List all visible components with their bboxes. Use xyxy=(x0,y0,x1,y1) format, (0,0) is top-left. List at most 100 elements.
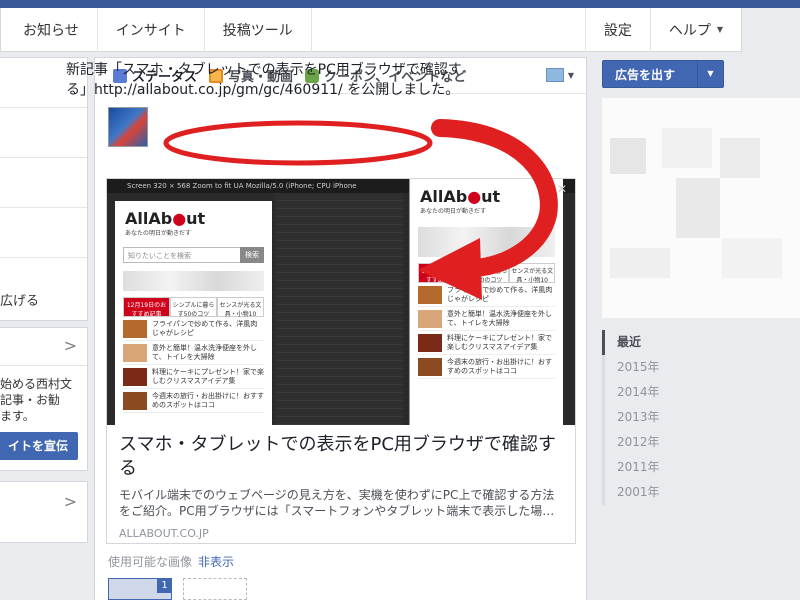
pixelated-ad-area xyxy=(602,98,800,318)
nav-help[interactable]: ヘルプ ▼ xyxy=(649,7,741,52)
image-thumbnail-empty[interactable] xyxy=(183,578,247,600)
image-thumbnail-selected[interactable]: 1 xyxy=(108,578,172,600)
article-thumb xyxy=(123,343,147,362)
article-item: 今週末の旅行・お出掛けに！おすすめのスポットはココ xyxy=(123,389,264,413)
timeline-years: 最近 2015年 2014年 2013年 2012年 2011年 2001年 xyxy=(602,330,702,505)
chevron-down-icon: ▼ xyxy=(567,70,574,80)
category-row: 12月19日のおすすめ記事 シンプルに暮らす50のコツ センスが光る文具・小物1… xyxy=(123,297,264,318)
site-search: 知りたいことを検索 検索 xyxy=(123,247,264,263)
article-title: 料理にケーキにプレゼント！家で楽しむクリスマスアイデア集 xyxy=(152,367,264,385)
logo-dot: ● xyxy=(172,209,187,228)
link-preview-text: スマホ・タブレットでの表示をPC用ブラウザで確認する モバイル端末でのウェブペー… xyxy=(107,425,575,540)
chevron-down-icon[interactable]: ▼ xyxy=(697,61,723,87)
left-desc-line: 記事・お勧 xyxy=(0,393,61,407)
emulated-phone-left: AllAb●ut あなたの明日が動きだす 知りたいことを検索 検索 12月19日の… xyxy=(115,201,272,425)
left-promo-header[interactable]: > xyxy=(0,328,87,366)
article-item: 今週末の旅行・お出掛けに！おすすめのスポットはココ xyxy=(418,355,555,379)
link-preview-card[interactable]: Screen 320 × 568 Zoom to fit UA Mozilla/… xyxy=(106,178,576,544)
year-recent[interactable]: 最近 xyxy=(602,330,702,355)
image-count-badge: 1 xyxy=(157,578,172,593)
site-logo: AllAb●ut xyxy=(410,179,563,206)
link-preview-title[interactable]: スマホ・タブレットでの表示をPC用ブラウザで確認する xyxy=(119,433,563,481)
category-tab: シンプルに暮らす50のコツ xyxy=(463,263,510,284)
hide-images-link[interactable]: 非表示 xyxy=(198,555,234,569)
promote-website-button[interactable]: イトを宣伝 xyxy=(0,432,78,460)
category-tab: センスが光る文具・小物10 xyxy=(217,297,264,318)
chevron-down-icon: ▼ xyxy=(716,25,723,34)
article-thumb xyxy=(418,285,442,304)
chevron-right-icon[interactable]: > xyxy=(64,336,77,355)
nav-settings[interactable]: 設定 xyxy=(584,7,650,52)
year-item[interactable]: 2011年 xyxy=(602,455,702,480)
left-promo-panel: > 始める西村文 記事・お勧 ます。 イトを宣伝 xyxy=(0,327,88,471)
blurred-banner xyxy=(418,227,555,257)
year-item[interactable]: 2014年 xyxy=(602,380,702,405)
left-desc-line: ます。 xyxy=(0,409,35,423)
nav-publishing-tools[interactable]: 投稿ツール xyxy=(205,7,312,52)
left-row xyxy=(0,108,87,158)
year-item[interactable]: 2015年 xyxy=(602,355,702,380)
logo-part: ut xyxy=(481,187,501,206)
category-tab: センスが光る文具・小物10 xyxy=(509,263,556,284)
site-tagline: あなたの明日が動きだす xyxy=(420,208,487,215)
left-row xyxy=(0,208,87,258)
page-subnav: お知らせ インサイト 投稿ツール 設定 ヘルプ ▼ xyxy=(0,7,742,52)
article-thumb xyxy=(123,367,147,386)
link-preview-image: Screen 320 × 568 Zoom to fit UA Mozilla/… xyxy=(107,179,575,425)
left-promo-desc: 始める西村文 記事・お勧 ます。 xyxy=(0,366,87,430)
category-row: 12月19日のおすすめ記事 シンプルに暮らす50のコツ センスが光る文具・小物1… xyxy=(418,263,556,284)
article-item: 料理にケーキにプレゼント！家で楽しむクリスマスアイデア集 xyxy=(123,365,264,389)
create-ad-label: 広告を出す xyxy=(615,67,676,82)
site-logo: AllAb●ut xyxy=(115,201,272,228)
article-title: 料理にケーキにプレゼント！家で楽しむクリスマスアイデア集 xyxy=(447,333,552,351)
logo-dot: ● xyxy=(467,187,482,206)
available-images: 使用可能な画像 非表示 xyxy=(108,553,234,570)
year-item[interactable]: 2001年 xyxy=(602,480,702,505)
available-images-label: 使用可能な画像 xyxy=(108,555,193,569)
article-title: フライパンで炒めて作る、洋風肉じゃがレシピ xyxy=(447,285,553,303)
logo-part: AllAb xyxy=(125,209,173,228)
emulator-grid xyxy=(275,193,403,425)
category-tab: 12月19日のおすすめ記事 xyxy=(123,297,170,318)
site-tagline: あなたの明日が動きだす xyxy=(125,230,192,237)
article-item: 料理にケーキにプレゼント！家で楽しむクリスマスアイデア集 xyxy=(418,331,555,355)
article-thumb xyxy=(418,309,442,328)
year-item[interactable]: 2013年 xyxy=(602,405,702,430)
page-thumbnail-icon xyxy=(545,68,564,82)
search-button: 検索 xyxy=(240,247,264,263)
article-title: 今週末の旅行・お出掛けに！おすすめのスポットはココ xyxy=(152,391,264,409)
left-row[interactable]: 広げる xyxy=(0,258,87,320)
nav-notifications[interactable]: お知らせ xyxy=(1,7,98,52)
nav-help-label: ヘルプ xyxy=(668,22,711,39)
chevron-right-icon[interactable]: > xyxy=(64,492,77,511)
article-item: 意外と簡単！温水洗浄便座を外して、トイレを大掃除 xyxy=(123,341,264,365)
logo-part: AllAb xyxy=(420,187,468,206)
left-row xyxy=(0,158,87,208)
left-desc-line: 始める西村文 xyxy=(0,377,73,391)
nav-insights[interactable]: インサイト xyxy=(98,7,205,52)
article-thumb xyxy=(418,357,442,376)
year-item[interactable]: 2012年 xyxy=(602,430,702,455)
category-tab: シンプルに暮らす50のコツ xyxy=(170,297,217,318)
post-as-selector[interactable]: ▼ xyxy=(545,68,574,82)
page-avatar xyxy=(108,107,148,147)
close-icon[interactable]: ✕ xyxy=(557,182,567,196)
create-ad-button[interactable]: 広告を出す ▼ xyxy=(602,60,724,88)
logo-part: ut xyxy=(186,209,206,228)
article-title: フライパンで炒めて作る、洋風肉じゃがレシピ xyxy=(152,319,258,337)
post-text-input[interactable]: 新記事「スマホ・タブレットでの表示をPC用ブラウザで確認する」http://al… xyxy=(66,60,466,100)
article-thumb xyxy=(418,333,442,352)
link-preview-domain: ALLABOUT.CO.JP xyxy=(119,527,209,540)
left-panel-3[interactable]: > xyxy=(0,481,88,543)
left-column: 広げる > 始める西村文 記事・お勧 ます。 イトを宣伝 > xyxy=(0,57,88,543)
article-title: 意外と簡単！温水洗浄便座を外して、トイレを大掃除 xyxy=(152,343,257,361)
blurred-banner xyxy=(123,271,264,291)
right-column: 広告を出す ▼ xyxy=(602,60,800,318)
article-title: 今週末の旅行・お出掛けに！おすすめのスポットはココ xyxy=(447,357,552,375)
article-item: フライパンで炒めて作る、洋風肉じゃがレシピ xyxy=(418,283,555,307)
left-row-text: 広げる xyxy=(0,294,40,309)
category-tab: 12月19日のおすすめ記事 xyxy=(418,263,464,284)
article-item: 意外と簡単！温水洗浄便座を外して、トイレを大掃除 xyxy=(418,307,555,331)
article-title: 意外と簡単！温水洗浄便座を外して、トイレを大掃除 xyxy=(447,309,552,327)
link-preview-description[interactable]: モバイル端末でのウェブページの見え方を、実機を使わずにPC上で確認する方法をご紹… xyxy=(119,487,563,519)
